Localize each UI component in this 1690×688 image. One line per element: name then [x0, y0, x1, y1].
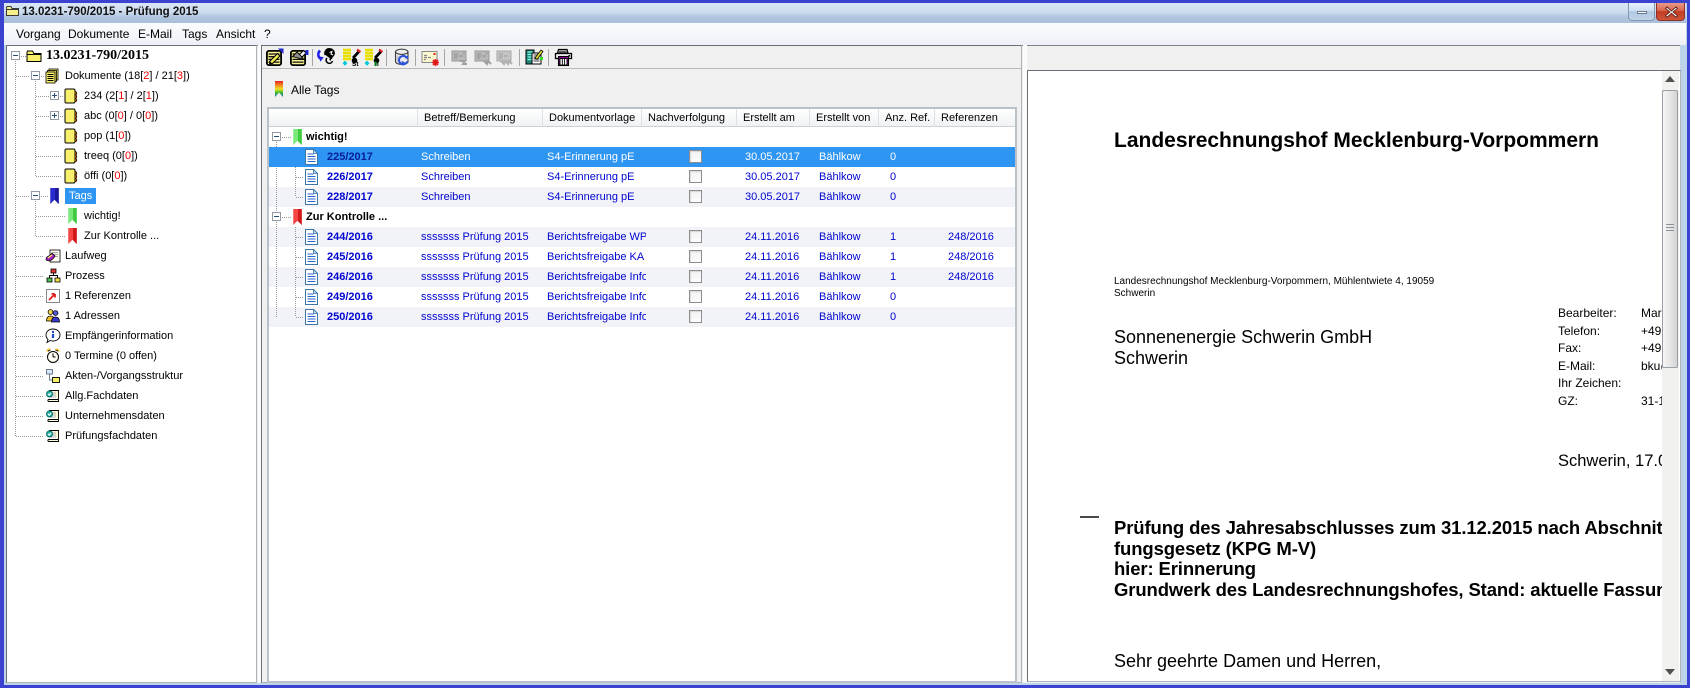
svg-text:i: i [377, 61, 379, 67]
svg-text:St: St [352, 61, 359, 67]
